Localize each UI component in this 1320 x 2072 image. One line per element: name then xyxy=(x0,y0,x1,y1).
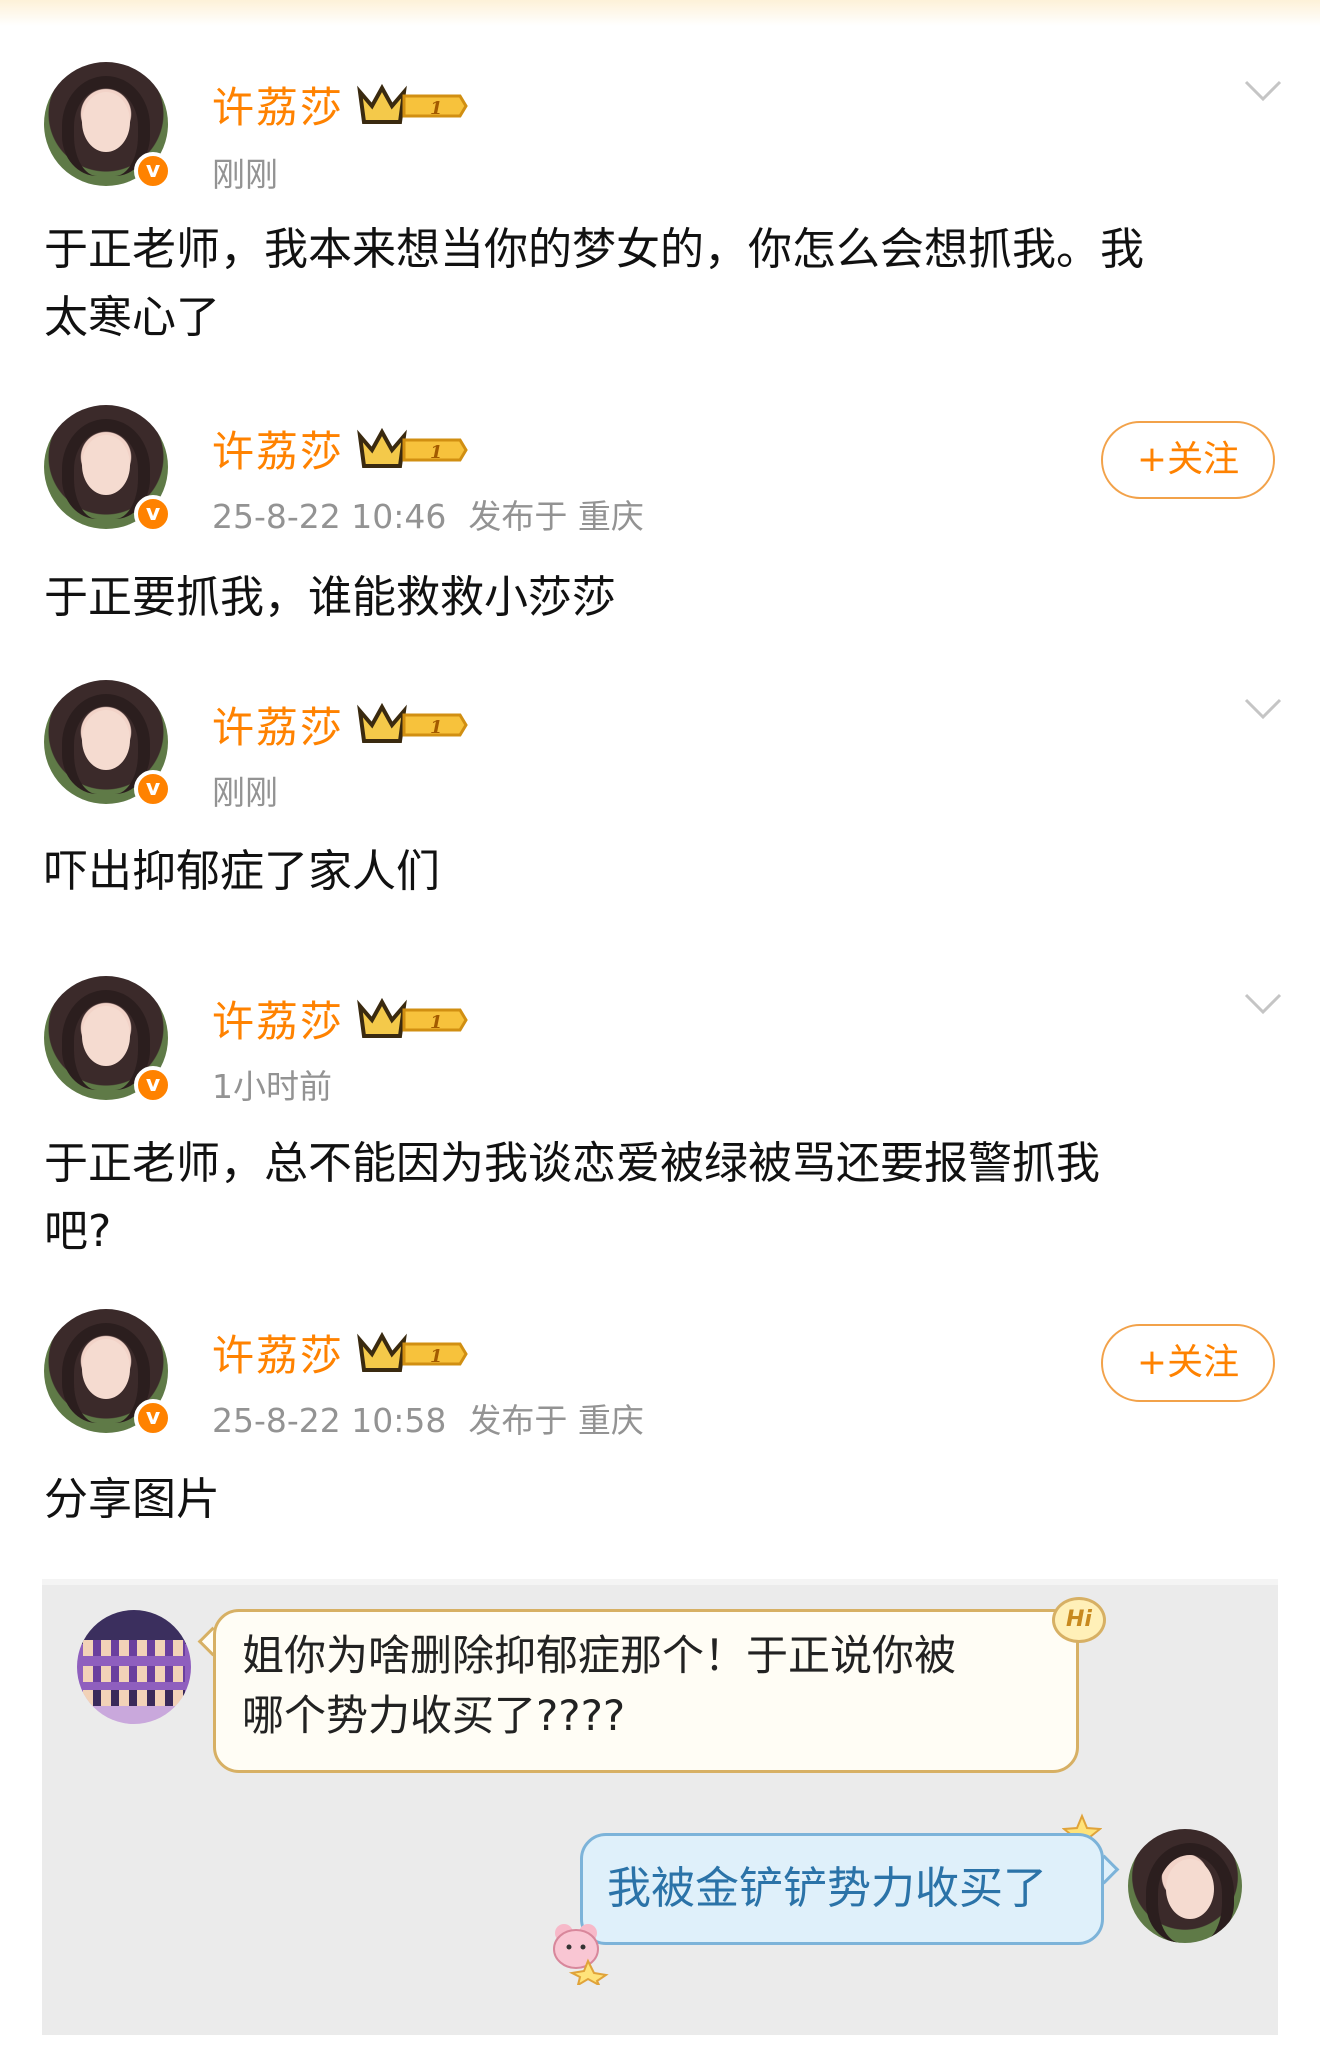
chevron-down-icon[interactable] xyxy=(1244,698,1282,720)
post-meta: 25-8-22 10:58 发布于 重庆 xyxy=(212,1394,644,1442)
user-avatar[interactable]: v xyxy=(44,405,172,533)
post-time: 刚刚 xyxy=(212,155,278,194)
username[interactable]: 许荔莎 xyxy=(212,988,344,1049)
outgoing-message-bubble: 我被金铲铲势力收买了 xyxy=(580,1833,1104,1945)
svg-text:1: 1 xyxy=(430,1346,443,1367)
svg-text:1: 1 xyxy=(430,717,443,738)
user-avatar[interactable]: v xyxy=(44,62,172,190)
incoming-message-bubble: 姐你为啥删除抑郁症那个！于正说你被 哪个势力收买了???? xyxy=(213,1609,1079,1773)
top-fade xyxy=(0,0,1320,26)
verified-icon: v xyxy=(134,1399,172,1437)
svg-text:1: 1 xyxy=(430,442,443,463)
user-avatar[interactable]: v xyxy=(44,976,172,1104)
post-meta: 25-8-22 10:46 发布于 重庆 xyxy=(212,490,644,538)
post-text: 于正要抓我，谁能救救小莎莎 xyxy=(44,572,616,623)
vip-crown-icon: 1 xyxy=(357,703,468,743)
post-time: 1小时前 xyxy=(212,1067,332,1106)
hi-badge-icon: Hi xyxy=(1052,1597,1106,1643)
post-time: 刚刚 xyxy=(212,773,278,812)
verified-icon: v xyxy=(134,1066,172,1104)
username[interactable]: 许荔莎 xyxy=(212,1322,344,1383)
verified-icon: v xyxy=(134,770,172,808)
post-location: 发布于 重庆 xyxy=(468,497,644,536)
bear-sticker-icon xyxy=(553,1924,609,1985)
svg-text:1: 1 xyxy=(430,98,443,119)
my-avatar xyxy=(1128,1829,1242,1943)
user-avatar[interactable]: v xyxy=(44,680,172,808)
post-text: 于正老师，我本来想当你的梦女的，你怎么会想抓我。我 太寒心了 xyxy=(44,224,1144,343)
username[interactable]: 许荔莎 xyxy=(212,74,344,135)
verified-icon: v xyxy=(134,152,172,190)
post-text: 吓出抑郁症了家人们 xyxy=(44,846,440,897)
vip-crown-icon: 1 xyxy=(357,998,468,1038)
vip-crown-icon: 1 xyxy=(357,84,468,124)
vip-crown-icon: 1 xyxy=(357,1332,468,1372)
vip-crown-icon: 1 xyxy=(357,428,468,468)
follow-button[interactable]: +关注 xyxy=(1101,1324,1275,1402)
post-time: 25-8-22 10:58 xyxy=(212,1401,447,1440)
follow-button[interactable]: +关注 xyxy=(1101,421,1275,499)
svg-text:1: 1 xyxy=(430,1012,443,1033)
post-text: 于正老师，总不能因为我谈恋爱被绿被骂还要报警抓我 吧? xyxy=(44,1138,1100,1257)
username[interactable]: 许荔莎 xyxy=(212,418,344,479)
chevron-down-icon[interactable] xyxy=(1244,993,1282,1015)
team-photo-avatar xyxy=(77,1610,191,1724)
post-text: 分享图片 xyxy=(44,1474,220,1525)
verified-icon: v xyxy=(134,495,172,533)
shared-image[interactable]: 姐你为啥删除抑郁症那个！于正说你被 哪个势力收买了???? Hi 我被金铲铲势力… xyxy=(42,1579,1278,2035)
post-time: 25-8-22 10:46 xyxy=(212,497,447,536)
username[interactable]: 许荔莎 xyxy=(212,694,344,755)
post-location: 发布于 重庆 xyxy=(468,1401,644,1440)
chevron-down-icon[interactable] xyxy=(1244,80,1282,102)
user-avatar[interactable]: v xyxy=(44,1309,172,1437)
